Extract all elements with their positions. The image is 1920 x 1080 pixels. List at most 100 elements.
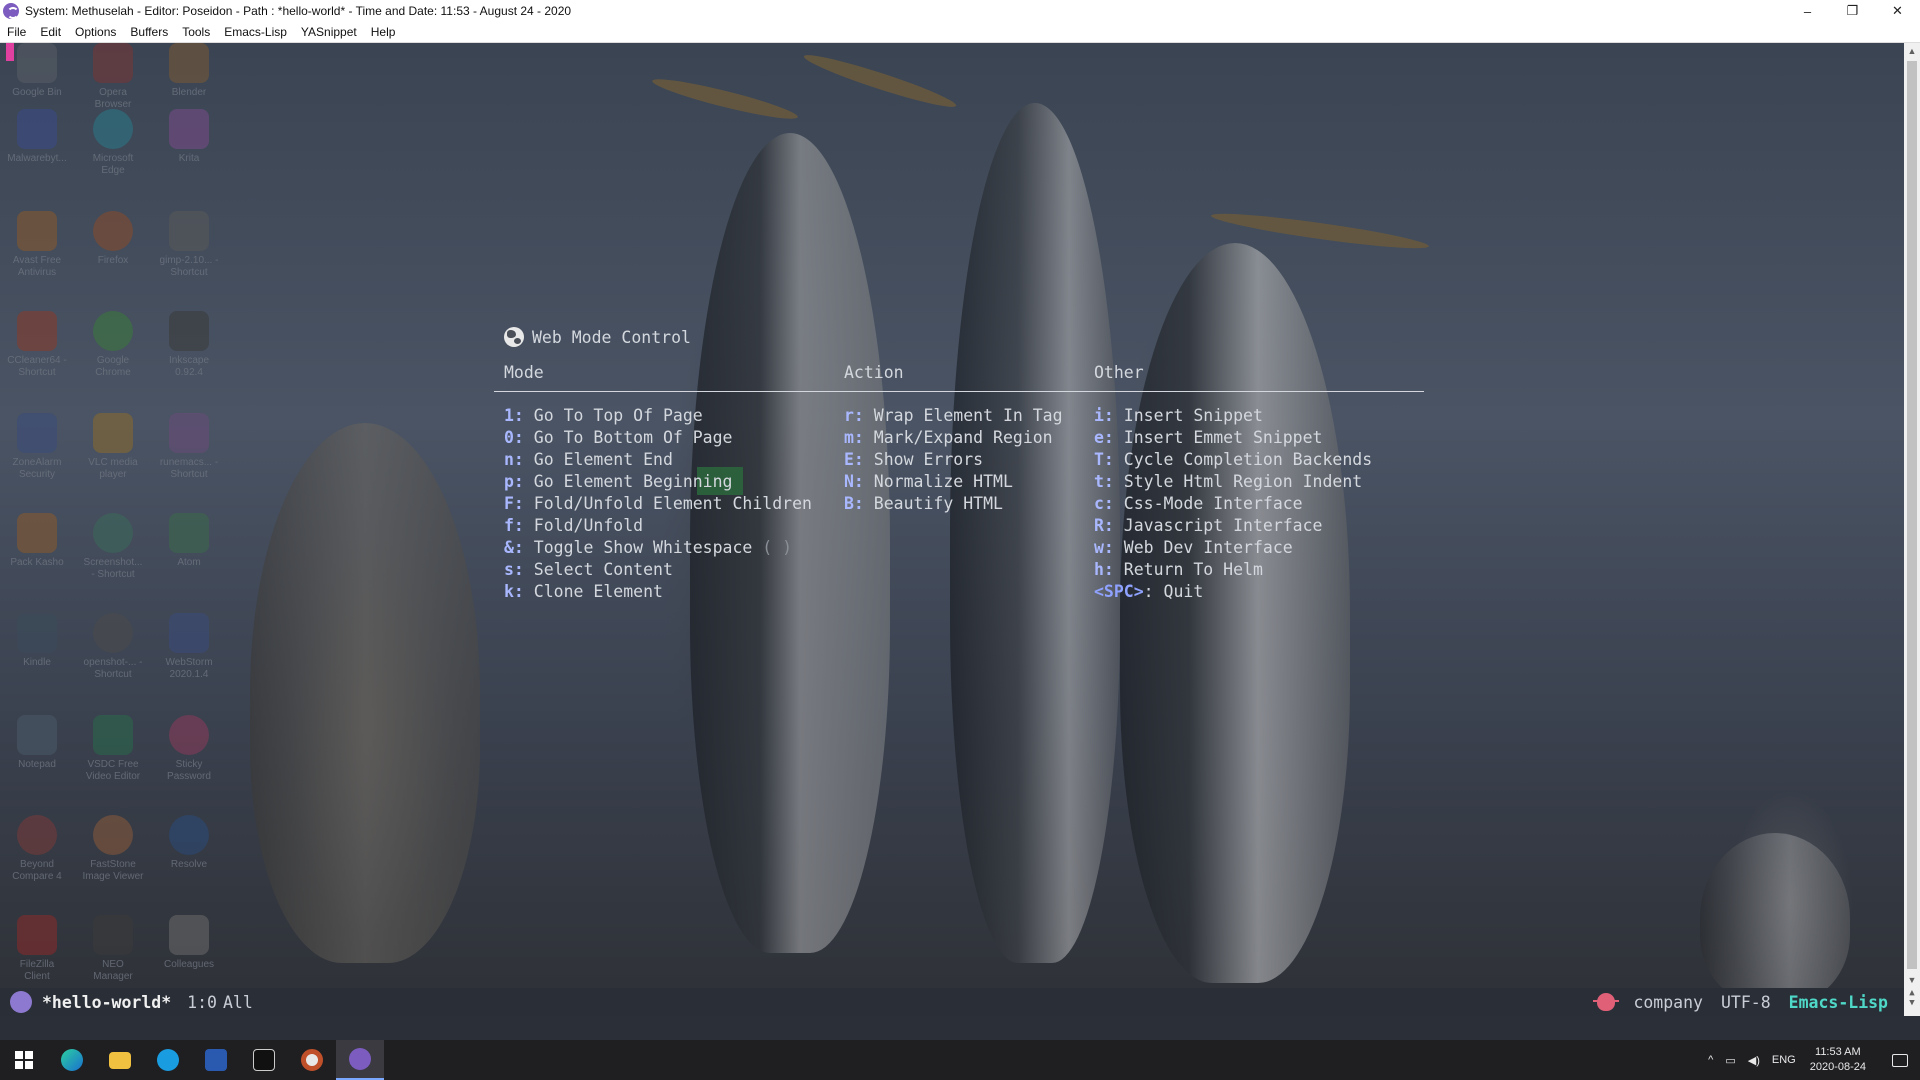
hydra-item-toggle-whitespace[interactable]: &: Toggle Show Whitespace ( ) [504, 537, 812, 559]
bug-icon[interactable] [1593, 993, 1620, 1011]
desktop-icon: WebStorm 2020.1.4 [158, 613, 220, 681]
ubuntu-icon [301, 1049, 323, 1071]
major-mode[interactable]: Emacs-Lisp [1789, 993, 1888, 1012]
desktop-icon: Blender [158, 43, 220, 99]
hydra-item-fold-unfold[interactable]: f: Fold/Unfold [504, 515, 812, 537]
wallpaper-penguin-chick [250, 423, 480, 963]
taskbar: ^ ▭ ◀) ENG 11:53 AM 2020-08-24 [0, 1040, 1920, 1080]
desktop-icon: FileZilla Client [6, 915, 68, 983]
menu-emacs-lisp[interactable]: Emacs-Lisp [217, 25, 294, 39]
desktop-icon: Atom [158, 513, 220, 569]
wallpaper-beak [801, 48, 959, 114]
taskbar-emacs[interactable] [336, 1040, 384, 1080]
hydra-item-style-indent[interactable]: t: Style Html Region Indent [1094, 471, 1372, 493]
desktop-icon: gimp-2.10... - Shortcut [158, 211, 220, 279]
hydra-item-javascript[interactable]: R: Javascript Interface [1094, 515, 1372, 537]
menu-tools[interactable]: Tools [175, 25, 217, 39]
desktop-icon: runemacs... - Shortcut [158, 413, 220, 481]
editor-frame[interactable]: Google Bin Opera Browser Blender Malware… [0, 43, 1904, 988]
desktop-icon: Colleagues [158, 915, 220, 971]
wallpaper-penguin [1700, 833, 1850, 988]
action-column-header: Action [844, 363, 904, 382]
hydra-item-wrap-element[interactable]: r: Wrap Element In Tag [844, 405, 1063, 427]
panel-title: Web Mode Control [532, 327, 691, 347]
desktop-icon: Pack Kasho [6, 513, 68, 569]
menu-options[interactable]: Options [68, 25, 123, 39]
desktop-icon: Beyond Compare 4 [6, 815, 68, 883]
mode-line: *hello-world* 1:0 All company UTF-8 Emac… [0, 988, 1920, 1016]
emacs-icon [349, 1048, 371, 1070]
hydra-item-element-beginning[interactable]: p: Go Element Beginning [504, 471, 812, 493]
clock[interactable]: 11:53 AM 2020-08-24 [1810, 1045, 1866, 1075]
taskbar-skype[interactable] [144, 1040, 192, 1080]
echo-area [0, 1016, 1904, 1040]
menu-yasnippet[interactable]: YASnippet [294, 25, 364, 39]
clock-date: 2020-08-24 [1809, 1061, 1866, 1073]
mode-line-scroll-icon[interactable]: ▲ ▼ [1904, 988, 1920, 1016]
encoding-indicator[interactable]: UTF-8 [1721, 993, 1771, 1012]
desktop-icon: Firefox [82, 211, 144, 267]
buffer-name[interactable]: *hello-world* [42, 993, 171, 1012]
notification-center-button[interactable] [1880, 1040, 1920, 1080]
desktop-icon: CCleaner64 - Shortcut [6, 311, 68, 379]
hydra-item-fold-children[interactable]: F: Fold/Unfold Element Children [504, 493, 812, 515]
network-icon[interactable]: ▭ [1725, 1054, 1735, 1067]
notification-icon [1892, 1053, 1908, 1067]
maximize-button[interactable]: ❐ [1830, 0, 1875, 22]
menu-bar: File Edit Options Buffers Tools Emacs-Li… [0, 22, 1920, 43]
desktop-icon: Screenshot... - Shortcut [82, 513, 144, 581]
menu-file[interactable]: File [0, 25, 33, 39]
scroll-thumb[interactable] [1907, 61, 1917, 969]
header-divider [494, 391, 1424, 392]
desktop-icon: Microsoft Edge [82, 109, 144, 177]
hydra-item-quit[interactable]: <SPC>: Quit [1094, 581, 1372, 603]
taskbar-ubuntu[interactable] [288, 1040, 336, 1080]
desktop-icon: VSDC Free Video Editor [82, 715, 144, 783]
hydra-item-normalize-html[interactable]: N: Normalize HTML [844, 471, 1063, 493]
hydra-item-beautify-html[interactable]: B: Beautify HTML [844, 493, 1063, 515]
hydra-item-css-mode[interactable]: c: Css-Mode Interface [1094, 493, 1372, 515]
hydra-item-cycle-backends[interactable]: T: Cycle Completion Backends [1094, 449, 1372, 471]
menu-help[interactable]: Help [364, 25, 403, 39]
taskbar-terminal[interactable] [240, 1040, 288, 1080]
hydra-item-web-dev[interactable]: w: Web Dev Interface [1094, 537, 1372, 559]
chevron-up-icon[interactable]: ^ [1708, 1054, 1713, 1066]
skype-icon [157, 1049, 179, 1071]
hydra-item-go-top[interactable]: 1: Go To Top Of Page [504, 405, 812, 427]
emacs-app-icon[interactable] [3, 3, 19, 19]
language-indicator[interactable]: ENG [1772, 1054, 1796, 1066]
hydra-item-insert-snippet[interactable]: i: Insert Snippet [1094, 405, 1372, 427]
window-title: System: Methuselah - Editor: Poseidon - … [25, 4, 572, 18]
taskbar-file-explorer[interactable] [96, 1040, 144, 1080]
windows-start-button[interactable] [0, 1040, 48, 1080]
mode-line-right: company UTF-8 Emacs-Lisp [1593, 988, 1888, 1016]
hydra-item-clone-element[interactable]: k: Clone Element [504, 581, 812, 603]
taskbar-powershell[interactable] [192, 1040, 240, 1080]
volume-icon[interactable]: ◀) [1748, 1054, 1760, 1067]
scroll-down-arrow-icon[interactable]: ▼ [1904, 972, 1920, 988]
vertical-scrollbar[interactable]: ▲ ▼ [1904, 43, 1920, 988]
taskbar-edge[interactable] [48, 1040, 96, 1080]
scroll-up-arrow-icon[interactable]: ▲ [1904, 43, 1920, 59]
clock-time: 11:53 AM [1815, 1046, 1861, 1058]
hydra-item-return-helm[interactable]: h: Return To Helm [1094, 559, 1372, 581]
hydra-item-insert-emmet[interactable]: e: Insert Emmet Snippet [1094, 427, 1372, 449]
close-button[interactable]: ✕ [1875, 0, 1920, 22]
hydra-item-element-end[interactable]: n: Go Element End [504, 449, 812, 471]
company-minor-mode[interactable]: company [1633, 993, 1703, 1012]
minimize-button[interactable]: – [1785, 0, 1830, 22]
menu-buffers[interactable]: Buffers [123, 25, 175, 39]
desktop-icon: Opera Browser [82, 43, 144, 111]
desktop-icon: Inkscape 0.92.4 [158, 311, 220, 379]
desktop-icon: Avast Free Antivirus [6, 211, 68, 279]
hydra-item-mark-expand[interactable]: m: Mark/Expand Region [844, 427, 1063, 449]
desktop-icon: Google Bin [6, 43, 68, 99]
desktop-icon: FastStone Image Viewer [82, 815, 144, 883]
hydra-item-select-content[interactable]: s: Select Content [504, 559, 812, 581]
windows-logo-icon [15, 1051, 33, 1069]
hydra-item-show-errors[interactable]: E: Show Errors [844, 449, 1063, 471]
system-tray: ^ ▭ ◀) ENG 11:53 AM 2020-08-24 [1702, 1040, 1920, 1080]
mode-column-header: Mode [504, 363, 544, 382]
menu-edit[interactable]: Edit [33, 25, 68, 39]
hydra-item-go-bottom[interactable]: 0: Go To Bottom Of Page [504, 427, 812, 449]
